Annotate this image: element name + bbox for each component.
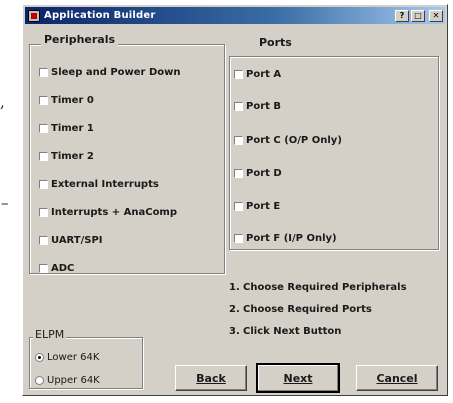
checkbox-box[interactable] — [234, 234, 243, 243]
checkbox-label: UART/SPI — [51, 235, 103, 246]
checkbox-label: Port D — [246, 168, 282, 179]
checkbox-label: Port C (O/P Only) — [246, 135, 342, 146]
ports-group — [229, 56, 439, 250]
checkbox-port-d[interactable]: Port D — [234, 168, 282, 179]
stray-comma-mark: , — [0, 93, 5, 111]
maximize-button[interactable]: □ — [411, 9, 425, 22]
close-button[interactable]: ✕ — [429, 9, 443, 22]
step-text: Choose Required Peripherals — [243, 281, 407, 293]
ports-label: Ports — [256, 36, 295, 49]
checkbox-label: Sleep and Power Down — [51, 67, 181, 78]
application-builder-window: Application Builder ? □ ✕ Peripherals Sl… — [22, 4, 448, 396]
checkbox-label: Timer 1 — [51, 123, 94, 134]
radio-upper-64k[interactable]: Upper 64K — [35, 375, 100, 386]
window-title: Application Builder — [44, 10, 156, 21]
instructions-list: 1. Choose Required Peripherals 2. Choose… — [229, 276, 407, 342]
checkbox-box[interactable] — [234, 169, 243, 178]
checkbox-external-interrupts[interactable]: External Interrupts — [39, 179, 159, 190]
checkbox-box[interactable] — [39, 68, 48, 77]
title-bar[interactable]: Application Builder ? □ ✕ — [25, 7, 445, 24]
checkbox-port-b[interactable]: Port B — [234, 101, 281, 112]
checkbox-box[interactable] — [234, 136, 243, 145]
checkbox-label: Port F (I/P Only) — [246, 233, 337, 244]
title-bar-buttons: ? □ ✕ — [395, 9, 443, 22]
step-number: 3. — [229, 325, 240, 337]
checkbox-label: Port A — [246, 69, 282, 80]
checkbox-port-c[interactable]: Port C (O/P Only) — [234, 135, 342, 146]
checkbox-box[interactable] — [234, 202, 243, 211]
checkbox-box[interactable] — [39, 264, 48, 273]
checkbox-timer-1[interactable]: Timer 1 — [39, 123, 94, 134]
checkbox-port-f[interactable]: Port F (I/P Only) — [234, 233, 337, 244]
instruction-step: 3. Click Next Button — [229, 320, 407, 342]
checkbox-box[interactable] — [39, 124, 48, 133]
app-icon — [28, 9, 40, 22]
checkbox-label: Interrupts + AnaComp — [51, 207, 178, 218]
checkbox-box[interactable] — [39, 208, 48, 217]
checkbox-port-a[interactable]: Port A — [234, 69, 281, 80]
checkbox-label: Port B — [246, 101, 282, 112]
step-number: 2. — [229, 303, 240, 315]
radio-button[interactable] — [35, 353, 44, 362]
peripherals-label: Peripherals — [41, 33, 119, 46]
step-text: Click Next Button — [243, 325, 342, 337]
checkbox-adc[interactable]: ADC — [39, 263, 74, 274]
radio-label: Lower 64K — [47, 352, 100, 363]
checkbox-box[interactable] — [39, 236, 48, 245]
checkbox-timer-2[interactable]: Timer 2 — [39, 151, 94, 162]
stray-dash-mark: – — [1, 194, 9, 212]
instruction-step: 1. Choose Required Peripherals — [229, 276, 407, 298]
checkbox-box[interactable] — [39, 152, 48, 161]
step-number: 1. — [229, 281, 240, 293]
instruction-step: 2. Choose Required Ports — [229, 298, 407, 320]
checkbox-uart-spi[interactable]: UART/SPI — [39, 235, 103, 246]
checkbox-sleep-and-power-down[interactable]: Sleep and Power Down — [39, 67, 181, 78]
checkbox-box[interactable] — [234, 70, 243, 79]
cancel-button[interactable]: Cancel — [356, 365, 438, 391]
checkbox-label: ADC — [51, 263, 75, 274]
back-button[interactable]: Back — [175, 365, 247, 391]
radio-label: Upper 64K — [47, 375, 100, 386]
checkbox-label: Timer 2 — [51, 151, 94, 162]
checkbox-port-e[interactable]: Port E — [234, 201, 280, 212]
checkbox-label: External Interrupts — [51, 179, 159, 190]
checkbox-label: Port E — [246, 201, 281, 212]
next-button[interactable]: Next — [256, 363, 340, 393]
elpm-label: ELPM — [33, 328, 67, 341]
radio-button[interactable] — [35, 376, 44, 385]
checkbox-interrupts-anacomp[interactable]: Interrupts + AnaComp — [39, 207, 177, 218]
checkbox-box[interactable] — [39, 180, 48, 189]
checkbox-timer-0[interactable]: Timer 0 — [39, 95, 94, 106]
checkbox-box[interactable] — [39, 96, 48, 105]
checkbox-label: Timer 0 — [51, 95, 94, 106]
radio-lower-64k[interactable]: Lower 64K — [35, 352, 99, 363]
step-text: Choose Required Ports — [243, 303, 372, 315]
help-button[interactable]: ? — [395, 9, 409, 22]
checkbox-box[interactable] — [234, 102, 243, 111]
